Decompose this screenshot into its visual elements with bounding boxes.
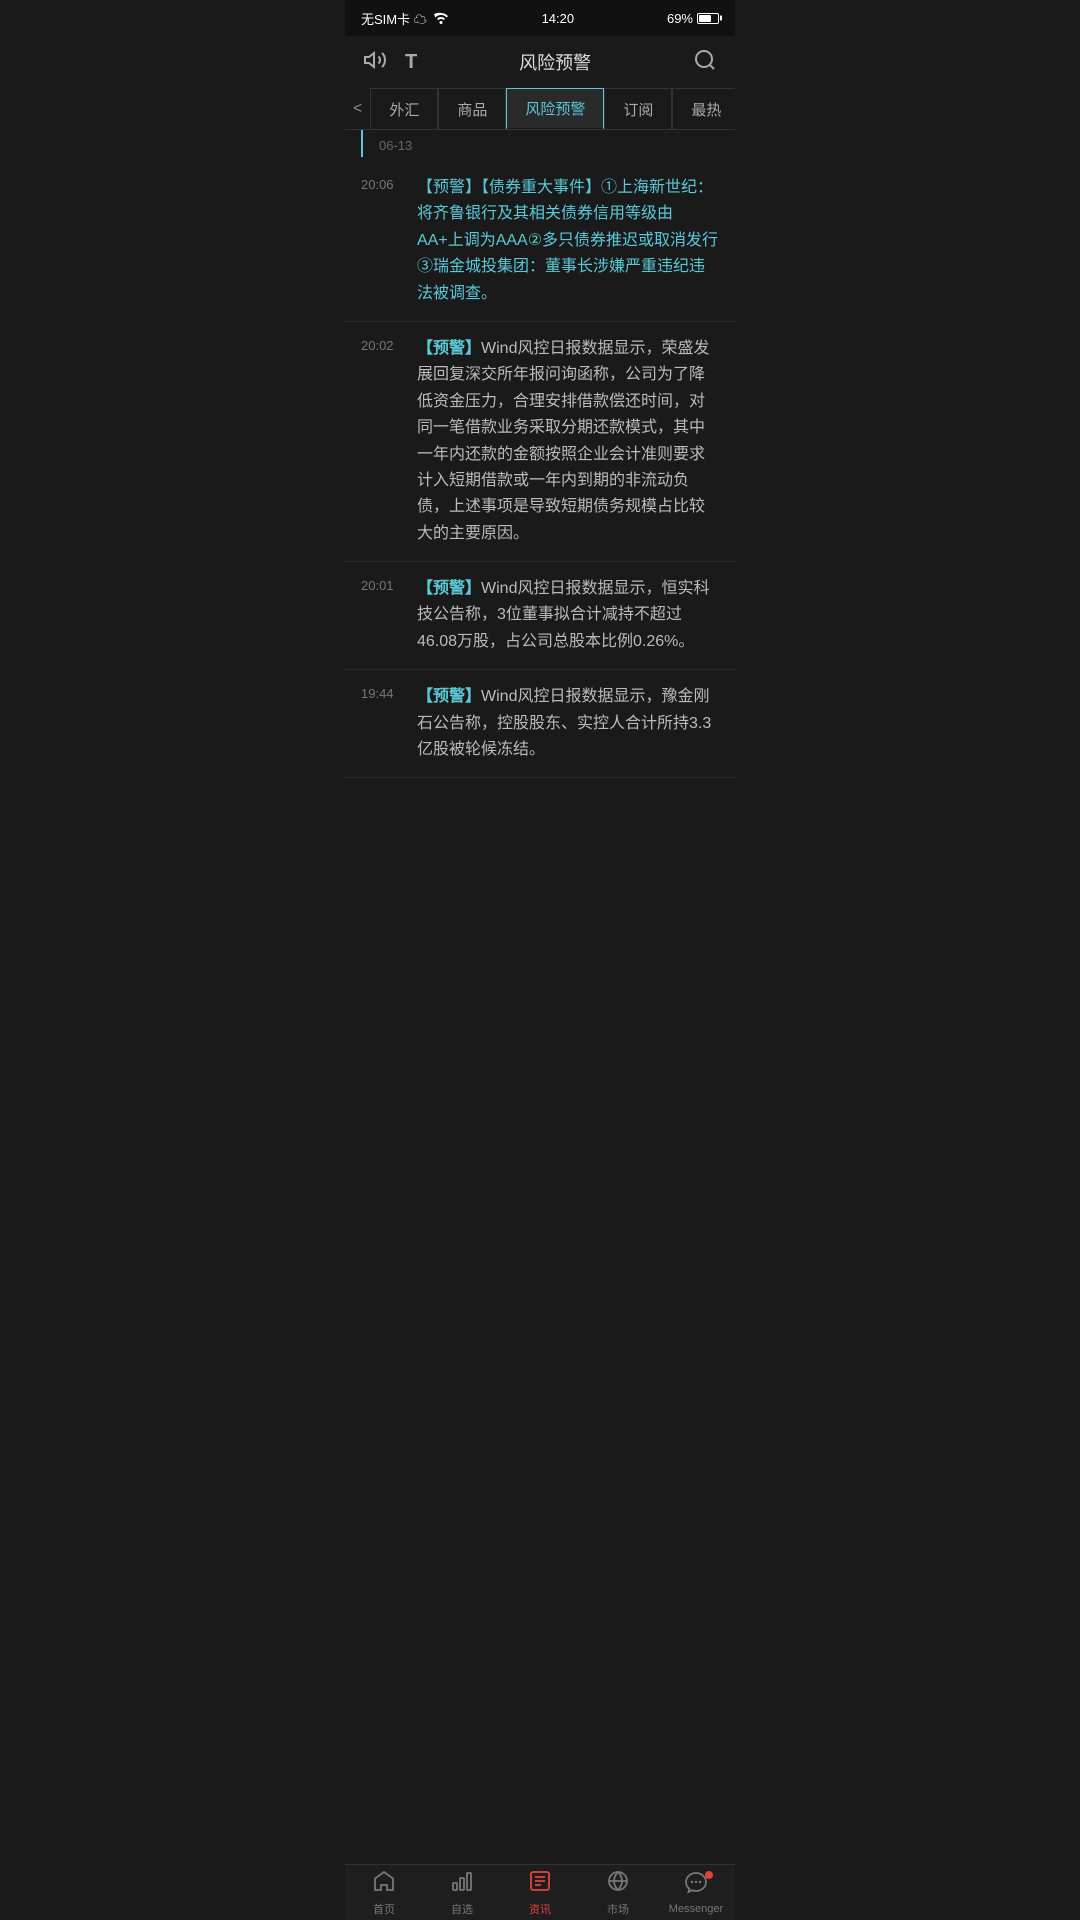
news-content: 【预警】Wind风控日报数据显示，恒实科技公告称，3位董事拟合计减持不超过46.… (417, 576, 719, 655)
nav-news[interactable]: 资讯 (501, 1865, 579, 1920)
messenger-badge (705, 1871, 713, 1879)
nav-market[interactable]: 市场 (579, 1865, 657, 1920)
search-icon[interactable] (693, 48, 717, 77)
nav-news-label: 资讯 (529, 1901, 551, 1917)
nav-watchlist-label: 自选 (451, 1901, 473, 1917)
app-bar: T 风险预警 (345, 36, 735, 88)
news-feed: 06-13 20:06 【预警】【债券重大事件】①上海新世纪：将齐鲁银行及其相关… (345, 130, 735, 778)
sim-status: 无SIM卡 ☁ (361, 9, 427, 28)
news-content: 【预警】【债券重大事件】①上海新世纪：将齐鲁银行及其相关债券信用等级由AA+上调… (417, 175, 719, 307)
tab-commodity[interactable]: 商品 (438, 88, 506, 130)
nav-home[interactable]: 首页 (345, 1865, 423, 1920)
page-title: 风险预警 (519, 49, 591, 75)
status-time: 14:20 (542, 11, 575, 26)
news-item[interactable]: 20:01 【预警】Wind风控日报数据显示，恒实科技公告称，3位董事拟合计减持… (345, 562, 735, 670)
battery-icon (697, 13, 719, 24)
nav-messenger[interactable]: Messenger (657, 1865, 735, 1920)
news-time: 20:01 (361, 576, 405, 655)
tab-navigation: < 外汇 商品 风险预警 订阅 最热 (345, 88, 735, 130)
font-icon[interactable]: T (405, 51, 417, 74)
tab-scroll-left[interactable]: < (345, 100, 370, 118)
news-time: 20:02 (361, 336, 405, 547)
news-time: 19:44 (361, 684, 405, 763)
nav-watchlist[interactable]: 自选 (423, 1865, 501, 1920)
globe-icon (606, 1869, 630, 1899)
tab-forex[interactable]: 外汇 (370, 88, 438, 130)
tab-risk-warning[interactable]: 风险预警 (506, 88, 604, 130)
app-bar-left: T (363, 48, 417, 77)
status-right: 69% (667, 11, 719, 26)
home-icon (372, 1869, 396, 1899)
nav-messenger-label: Messenger (669, 1903, 723, 1915)
news-time: 20:06 (361, 175, 405, 307)
status-bar: 无SIM卡 ☁ 14:20 69% (345, 0, 735, 36)
news-item[interactable]: 19:44 【预警】Wind风控日报数据显示，豫金刚石公告称，控股股东、实控人合… (345, 670, 735, 778)
status-left: 无SIM卡 ☁ (361, 9, 449, 28)
wifi-icon (433, 10, 449, 27)
battery-percent: 69% (667, 11, 693, 26)
news-icon (528, 1869, 552, 1899)
news-content: 【预警】Wind风控日报数据显示，豫金刚石公告称，控股股东、实控人合计所持3.3… (417, 684, 719, 763)
bottom-navigation: 首页 自选 资讯 (345, 1864, 735, 1920)
date-divider: 06-13 (361, 130, 735, 157)
tab-subscribe[interactable]: 订阅 (604, 88, 672, 130)
news-item[interactable]: 20:06 【预警】【债券重大事件】①上海新世纪：将齐鲁银行及其相关债券信用等级… (345, 161, 735, 322)
tab-hot[interactable]: 最热 (672, 88, 735, 130)
news-item[interactable]: 20:02 【预警】Wind风控日报数据显示，荣盛发展回复深交所年报问询函称，公… (345, 322, 735, 562)
sound-icon[interactable] (363, 48, 387, 77)
nav-home-label: 首页 (373, 1901, 395, 1917)
news-content: 【预警】Wind风控日报数据显示，荣盛发展回复深交所年报问询函称，公司为了降低资… (417, 336, 719, 547)
chart-icon (450, 1869, 474, 1899)
nav-market-label: 市场 (607, 1901, 629, 1917)
